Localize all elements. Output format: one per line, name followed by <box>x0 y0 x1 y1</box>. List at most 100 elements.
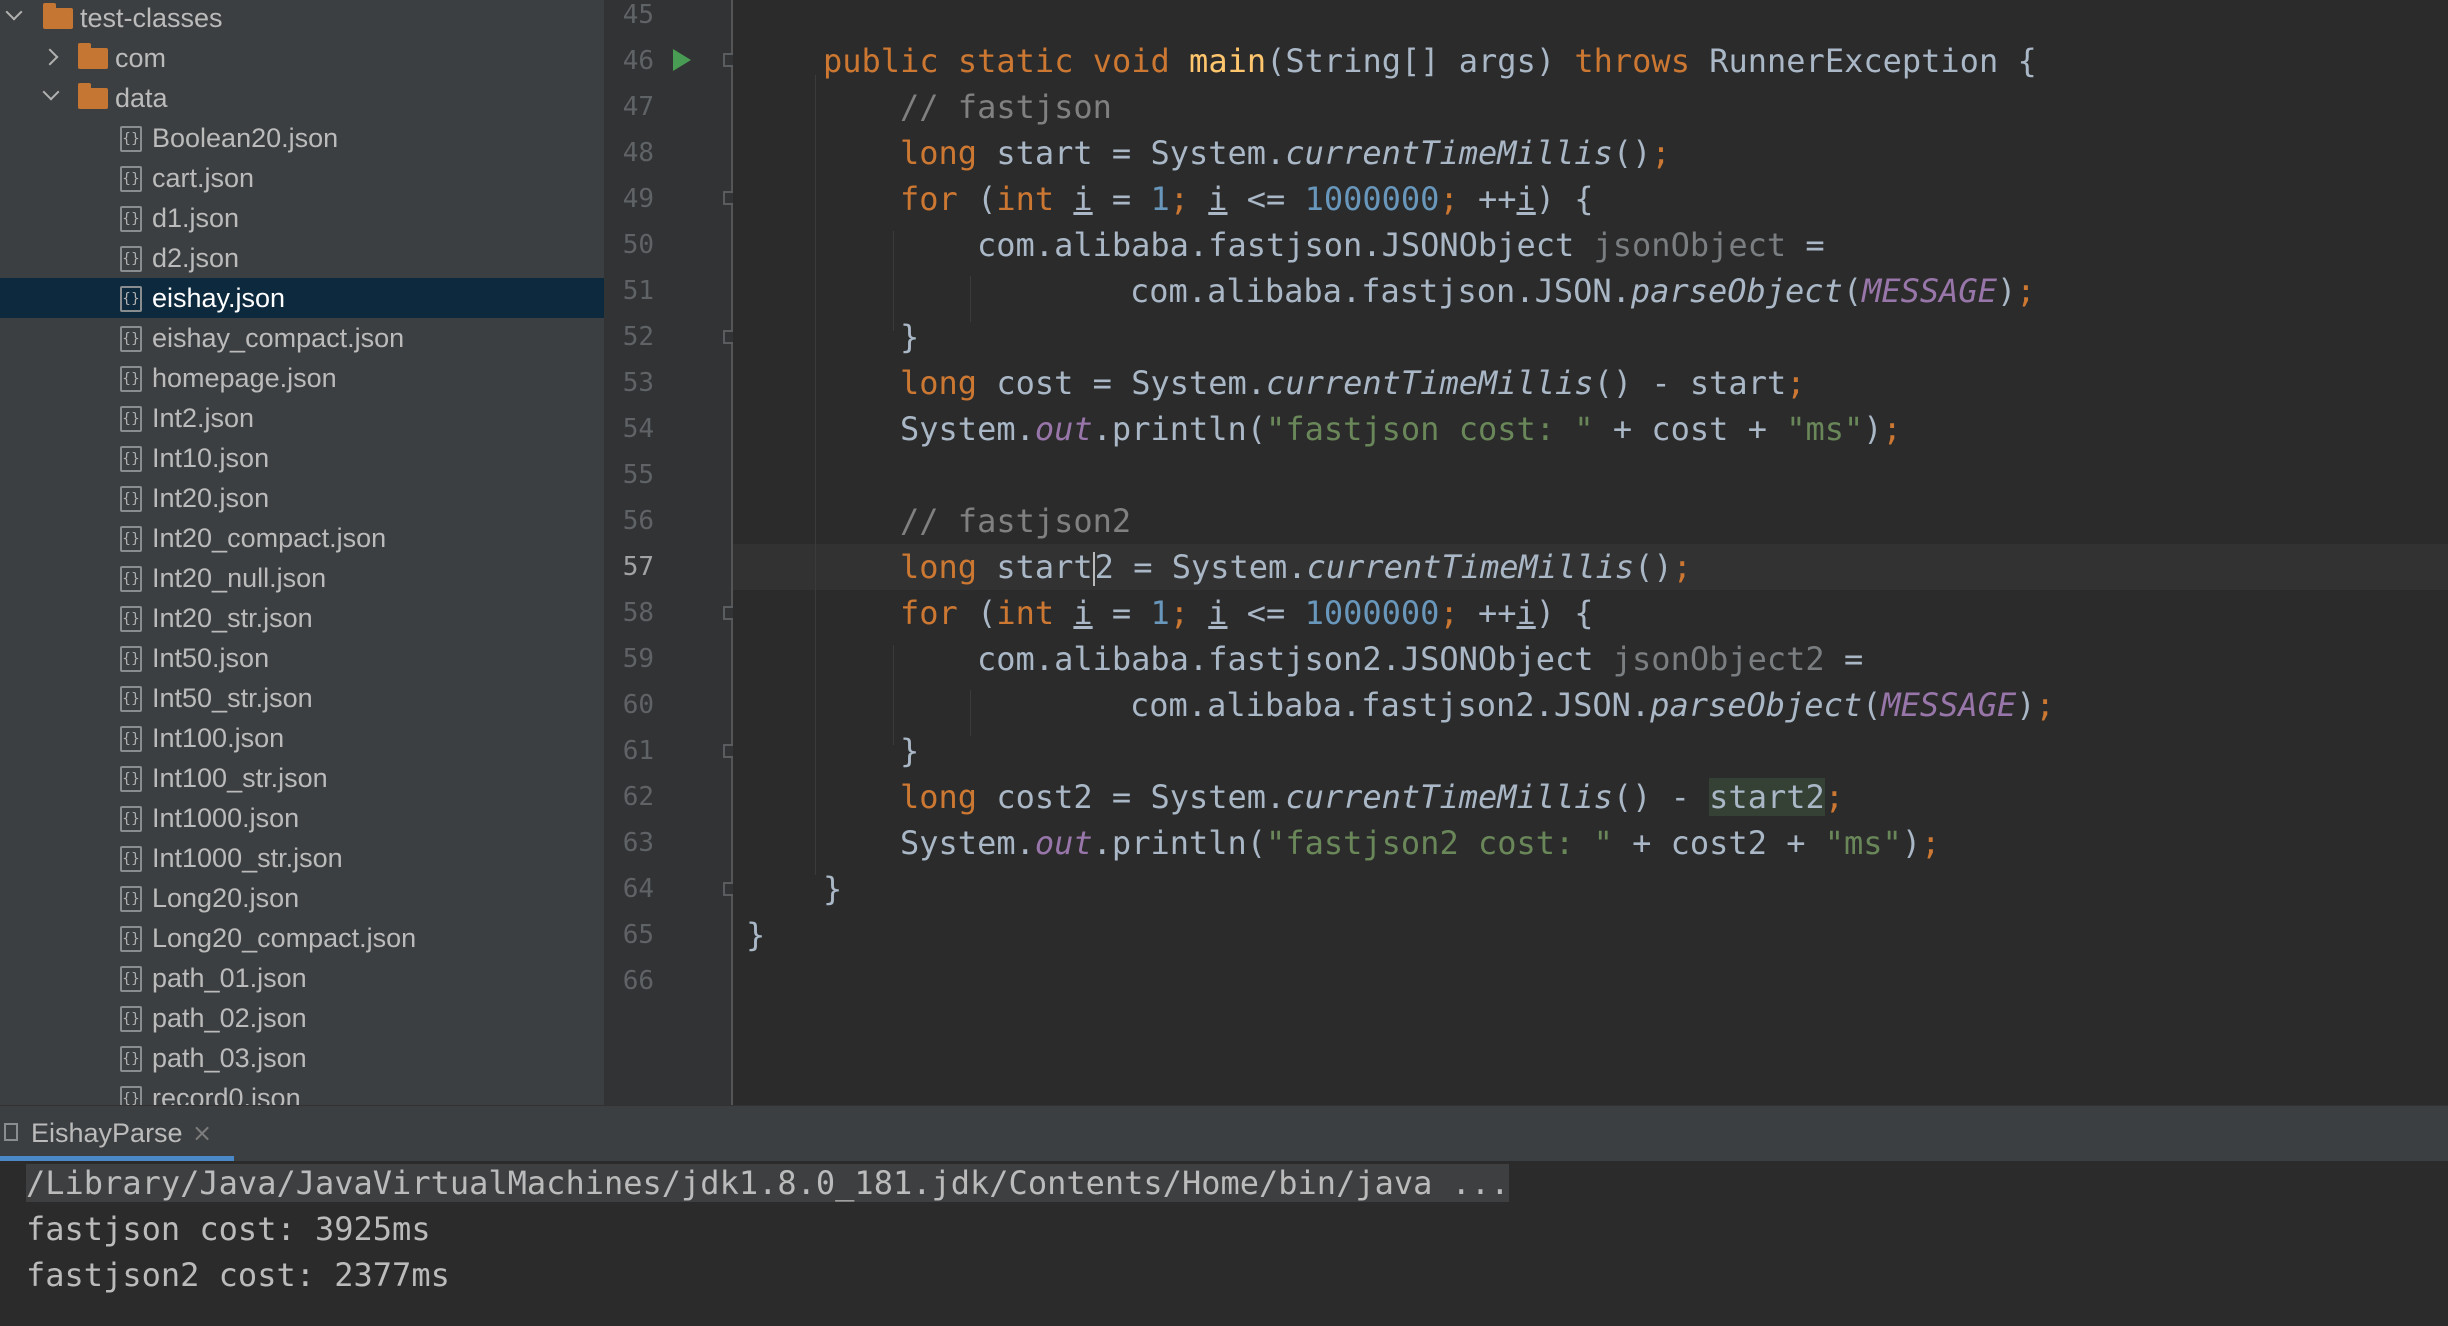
tree-file-item[interactable]: {} Int10.json <box>0 438 604 478</box>
code-line-60: com.alibaba.fastjson2.JSON.parseObject(M… <box>1130 686 2055 724</box>
line-number: 45 <box>622 0 654 30</box>
project-tree: test-classes com data {} Boolean20.json{}… <box>0 0 604 1105</box>
tree-file-item[interactable]: {} path_03.json <box>0 1038 604 1078</box>
tree-item-label: Boolean20.json <box>152 123 339 153</box>
code-line-56: // fastjson2 <box>900 502 1132 540</box>
line-number: 46 <box>622 46 654 76</box>
tree-file-item[interactable]: {} path_01.json <box>0 958 604 998</box>
json-file-icon: {} <box>120 366 142 392</box>
close-icon[interactable]: × <box>192 1119 212 1147</box>
tree-item-label: Int20.json <box>152 483 270 513</box>
tree-file-item[interactable]: {} record0.json <box>0 1078 604 1105</box>
code-line-53: long cost = System.currentTimeMillis() -… <box>900 364 1806 402</box>
line-number: 56 <box>622 506 654 536</box>
tree-item-label: Int2.json <box>152 403 255 433</box>
tree-file-item[interactable]: {} Int20_compact.json <box>0 518 604 558</box>
code-line-48: long start = System.currentTimeMillis(); <box>900 134 1671 172</box>
run-tool-window-header <box>0 1105 2448 1161</box>
json-file-icon: {} <box>120 526 142 552</box>
tree-item-label: path_03.json <box>152 1043 307 1073</box>
line-number: 48 <box>622 138 654 168</box>
tree-file-item[interactable]: {} Int1000_str.json <box>0 838 604 878</box>
tree-item-data[interactable]: data <box>0 78 604 118</box>
run-tab-eishayparse[interactable]: EishayParse × <box>0 1105 234 1161</box>
tree-file-item[interactable]: {} Int2.json <box>0 398 604 438</box>
line-number: 54 <box>622 414 654 444</box>
tree-file-item[interactable]: {} Int20_str.json <box>0 598 604 638</box>
tree-file-item[interactable]: {} Int20.json <box>0 478 604 518</box>
tree-file-item[interactable]: {} Int50.json <box>0 638 604 678</box>
line-number: 51 <box>622 276 654 306</box>
chevron-down-icon[interactable] <box>42 83 60 101</box>
console-output[interactable]: /Library/Java/JavaVirtualMachines/jdk1.8… <box>0 1161 2448 1326</box>
tree-file-item[interactable]: {} d2.json <box>0 238 604 278</box>
tree-file-item[interactable]: {} Int1000.json <box>0 798 604 838</box>
indent-guide <box>970 690 971 736</box>
json-file-icon: {} <box>120 566 142 592</box>
usage-highlight: start2 <box>1709 778 1825 816</box>
indent-guide <box>815 75 816 875</box>
json-file-icon: {} <box>120 446 142 472</box>
tree-file-item[interactable]: {} Boolean20.json <box>0 118 604 158</box>
tree-file-item[interactable]: {} homepage.json <box>0 358 604 398</box>
tree-item-label: Int1000.json <box>152 803 300 833</box>
tree-item-label: Int100.json <box>152 723 285 753</box>
line-number: 57 <box>622 552 654 582</box>
tree-item-label: Int10.json <box>152 443 270 473</box>
code-line-52: } <box>900 318 920 356</box>
json-file-icon: {} <box>120 646 142 672</box>
folder-icon <box>78 83 108 109</box>
tree-item-test-classes[interactable]: test-classes <box>0 0 604 38</box>
json-file-icon: {} <box>120 1086 142 1105</box>
code-line-61: } <box>900 732 920 770</box>
tree-item-label: eishay.json <box>152 283 286 313</box>
tree-file-item[interactable]: {} Int100_str.json <box>0 758 604 798</box>
line-number: 66 <box>622 966 654 996</box>
tree-file-item[interactable]: {} Long20_compact.json <box>0 918 604 958</box>
console-icon <box>4 1123 18 1141</box>
line-number: 49 <box>622 184 654 214</box>
line-number: 50 <box>622 230 654 260</box>
tree-item-label: homepage.json <box>152 363 337 393</box>
tree-item-label: record0.json <box>152 1083 301 1105</box>
code-line-63: System.out.println("fastjson2 cost: " + … <box>900 824 1941 862</box>
tree-file-item[interactable]: {} eishay.json <box>0 278 604 318</box>
tree-item-label: eishay_compact.json <box>152 323 405 353</box>
tree-file-item[interactable]: {} Int20_null.json <box>0 558 604 598</box>
line-number: 47 <box>622 92 654 122</box>
line-number: 53 <box>622 368 654 398</box>
tree-file-item[interactable]: {} Int100.json <box>0 718 604 758</box>
line-number: 59 <box>622 644 654 674</box>
tree-item-label: data <box>115 83 168 113</box>
run-icon[interactable] <box>673 49 691 71</box>
console-output-line: fastjson2 cost: 2377ms <box>26 1256 450 1294</box>
line-number: 55 <box>622 460 654 490</box>
tree-file-item[interactable]: {} cart.json <box>0 158 604 198</box>
tree-file-item[interactable]: {} eishay_compact.json <box>0 318 604 358</box>
line-number: 62 <box>622 782 654 812</box>
tree-file-item[interactable]: {} Int50_str.json <box>0 678 604 718</box>
tree-item-label: d1.json <box>152 203 240 233</box>
tree-file-item[interactable]: {} Long20.json <box>0 878 604 918</box>
line-number: 63 <box>622 828 654 858</box>
chevron-right-icon[interactable] <box>41 48 59 66</box>
line-number: 64 <box>622 874 654 904</box>
tree-item-com[interactable]: com <box>0 38 604 78</box>
indent-guide <box>893 645 894 745</box>
chevron-down-icon[interactable] <box>5 3 23 21</box>
tree-file-item[interactable]: {} d1.json <box>0 198 604 238</box>
code-line-64: } <box>823 870 843 908</box>
code-line-50: com.alibaba.fastjson.JSONObject jsonObje… <box>977 226 1825 264</box>
code-line-57: long start2 = System.currentTimeMillis()… <box>900 548 1692 586</box>
tree-item-label: Int20_null.json <box>152 563 327 593</box>
json-file-icon: {} <box>120 846 142 872</box>
tree-item-label: d2.json <box>152 243 240 273</box>
json-file-icon: {} <box>120 926 142 952</box>
json-file-icon: {} <box>120 166 142 192</box>
json-file-icon: {} <box>120 206 142 232</box>
json-file-icon: {} <box>120 486 142 512</box>
indent-guide <box>893 231 894 331</box>
line-number: 58 <box>622 598 654 628</box>
tree-file-item[interactable]: {} path_02.json <box>0 998 604 1038</box>
json-file-icon: {} <box>120 326 142 352</box>
